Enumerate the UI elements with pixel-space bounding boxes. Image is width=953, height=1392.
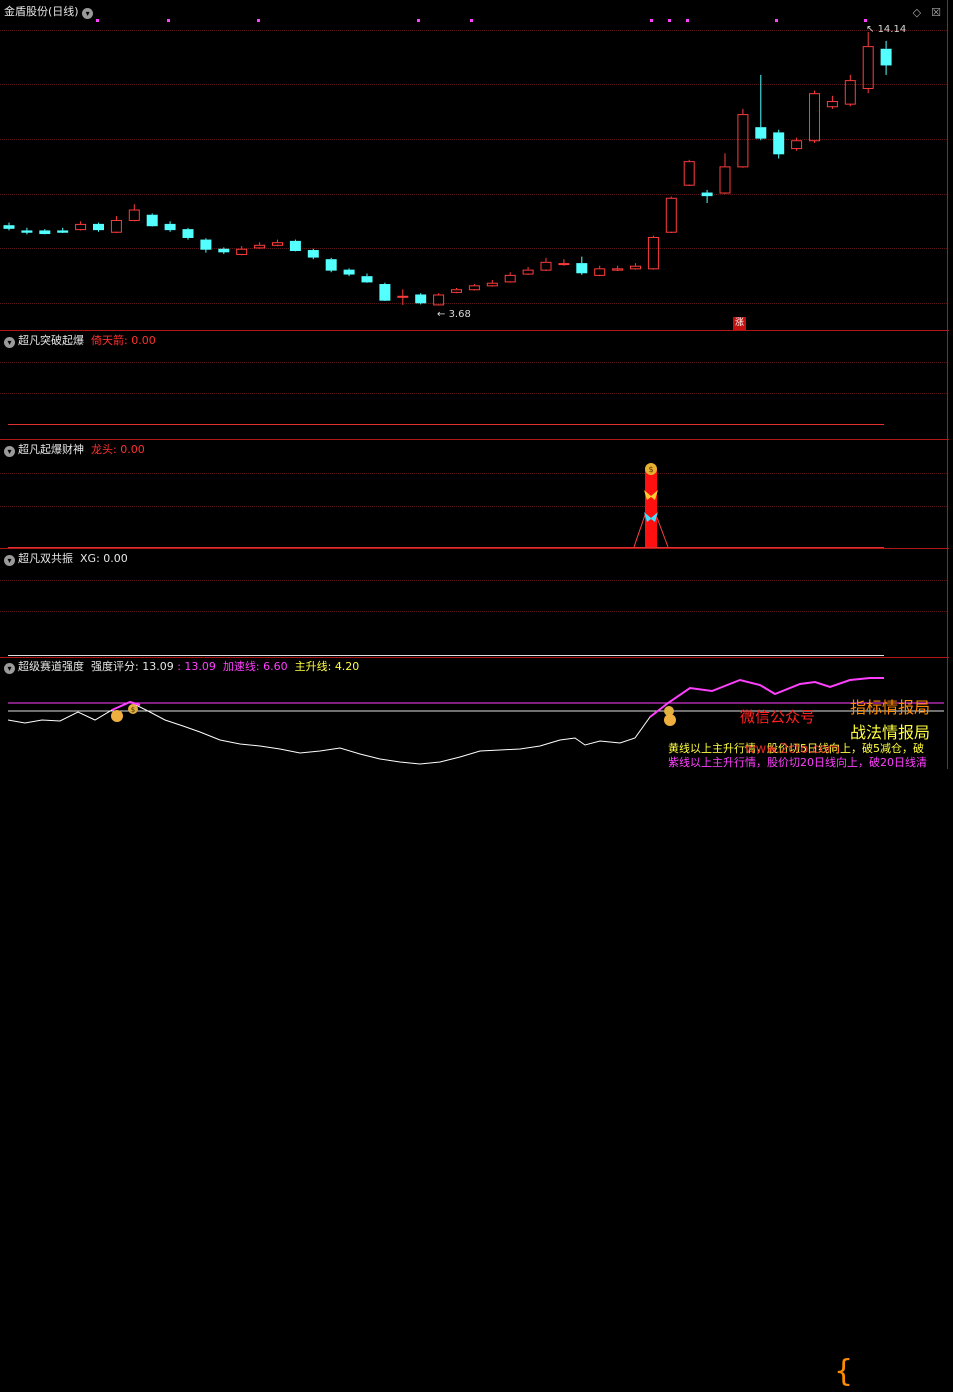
candle xyxy=(254,242,266,249)
candle xyxy=(826,95,838,109)
indicator-panel-1[interactable]: ▾ 超凡突破起爆 倚天箭: 0.00 xyxy=(0,331,949,439)
candle xyxy=(576,256,588,275)
brace-icon: { xyxy=(834,1354,854,1389)
limit-up-badge: 涨 xyxy=(733,317,746,330)
chevron-down-icon[interactable]: ▾ xyxy=(4,555,15,566)
candle xyxy=(272,239,283,247)
promo-line-1: 指标情报局 xyxy=(850,698,931,717)
indicator-title-1[interactable]: ▾ 超凡突破起爆 倚天箭: 0.00 xyxy=(4,334,156,348)
candle xyxy=(379,282,391,302)
candle xyxy=(146,213,158,227)
low-price-value: 3.68 xyxy=(448,309,471,320)
candle xyxy=(325,257,337,273)
candle xyxy=(540,257,552,271)
candle xyxy=(468,284,480,291)
grid-line xyxy=(0,611,947,612)
low-price-label: ← 3.68 xyxy=(437,309,471,320)
indicator-value: 0.00 xyxy=(103,552,128,565)
candle xyxy=(200,238,212,253)
candle xyxy=(719,153,731,194)
indicator-key: 倚天箭 xyxy=(91,334,124,347)
candle xyxy=(880,40,892,75)
candle xyxy=(361,273,373,283)
indicator-panel-3[interactable]: ▾ 超凡双共振 XG: 0.00 xyxy=(0,549,949,657)
candle xyxy=(128,204,140,222)
candle xyxy=(737,108,749,168)
indicator-name: 超凡突破起爆 xyxy=(18,334,84,347)
indicator-panel-2[interactable]: ▾ 超凡起爆财神 龙头: 0.00 $ xyxy=(0,440,949,548)
grid-line xyxy=(0,362,947,363)
candle xyxy=(21,227,33,235)
candle xyxy=(504,272,516,283)
candle xyxy=(809,90,820,143)
candle xyxy=(218,247,230,254)
indicator-title-3[interactable]: ▾ 超凡双共振 XG: 0.00 xyxy=(4,552,128,566)
candle xyxy=(594,265,606,277)
svg-text:$: $ xyxy=(131,706,135,714)
candle xyxy=(844,74,856,107)
grid-line xyxy=(0,580,947,581)
candle xyxy=(289,239,301,252)
candle xyxy=(397,289,409,305)
chevron-down-icon[interactable]: ▾ xyxy=(4,337,15,348)
high-price-label: ↖ 14.14 xyxy=(866,24,907,35)
candle xyxy=(57,227,69,234)
candle xyxy=(773,129,785,159)
candle xyxy=(182,227,194,240)
hand-pointer-icon xyxy=(664,706,676,726)
candle xyxy=(701,189,713,203)
candle xyxy=(755,74,767,141)
candle xyxy=(791,137,803,151)
candle xyxy=(307,248,319,260)
candle xyxy=(415,293,427,305)
candle xyxy=(630,263,641,270)
hand-pointer-icon: $ xyxy=(111,704,138,722)
indicator-value: 0.00 xyxy=(131,334,156,347)
candle xyxy=(343,268,355,277)
main-kline-panel[interactable]: 金盾股份(日线) ▾ ◇ ☒ ↖ 14.14 ← 3.68 涨 xyxy=(0,0,949,330)
candle xyxy=(93,222,104,232)
candle xyxy=(558,259,570,266)
indicator-name: 超凡双共振 xyxy=(18,552,73,565)
candle xyxy=(451,287,462,294)
candle xyxy=(683,159,695,186)
candle xyxy=(522,267,534,275)
candle xyxy=(486,280,498,287)
high-price-value: 14.14 xyxy=(877,24,907,35)
candle xyxy=(110,216,122,234)
candle xyxy=(3,222,15,231)
signal-graphic: $ xyxy=(633,463,669,548)
candle xyxy=(236,246,248,256)
indicator-key: XG xyxy=(80,552,97,565)
candle xyxy=(665,196,677,234)
zero-line xyxy=(8,424,884,425)
svg-text:$: $ xyxy=(648,465,653,474)
grid-line xyxy=(0,393,947,394)
watermark: www.2cto.com xyxy=(745,742,840,757)
candle xyxy=(647,235,659,270)
zero-line xyxy=(8,655,884,656)
candlestick-chart[interactable] xyxy=(0,0,949,330)
candle xyxy=(862,32,874,94)
candle xyxy=(39,229,51,235)
candle xyxy=(75,221,87,231)
candle xyxy=(164,221,176,232)
promo-wechat: 微信公众号 xyxy=(740,708,816,726)
candle xyxy=(612,265,624,271)
candle xyxy=(433,293,445,306)
